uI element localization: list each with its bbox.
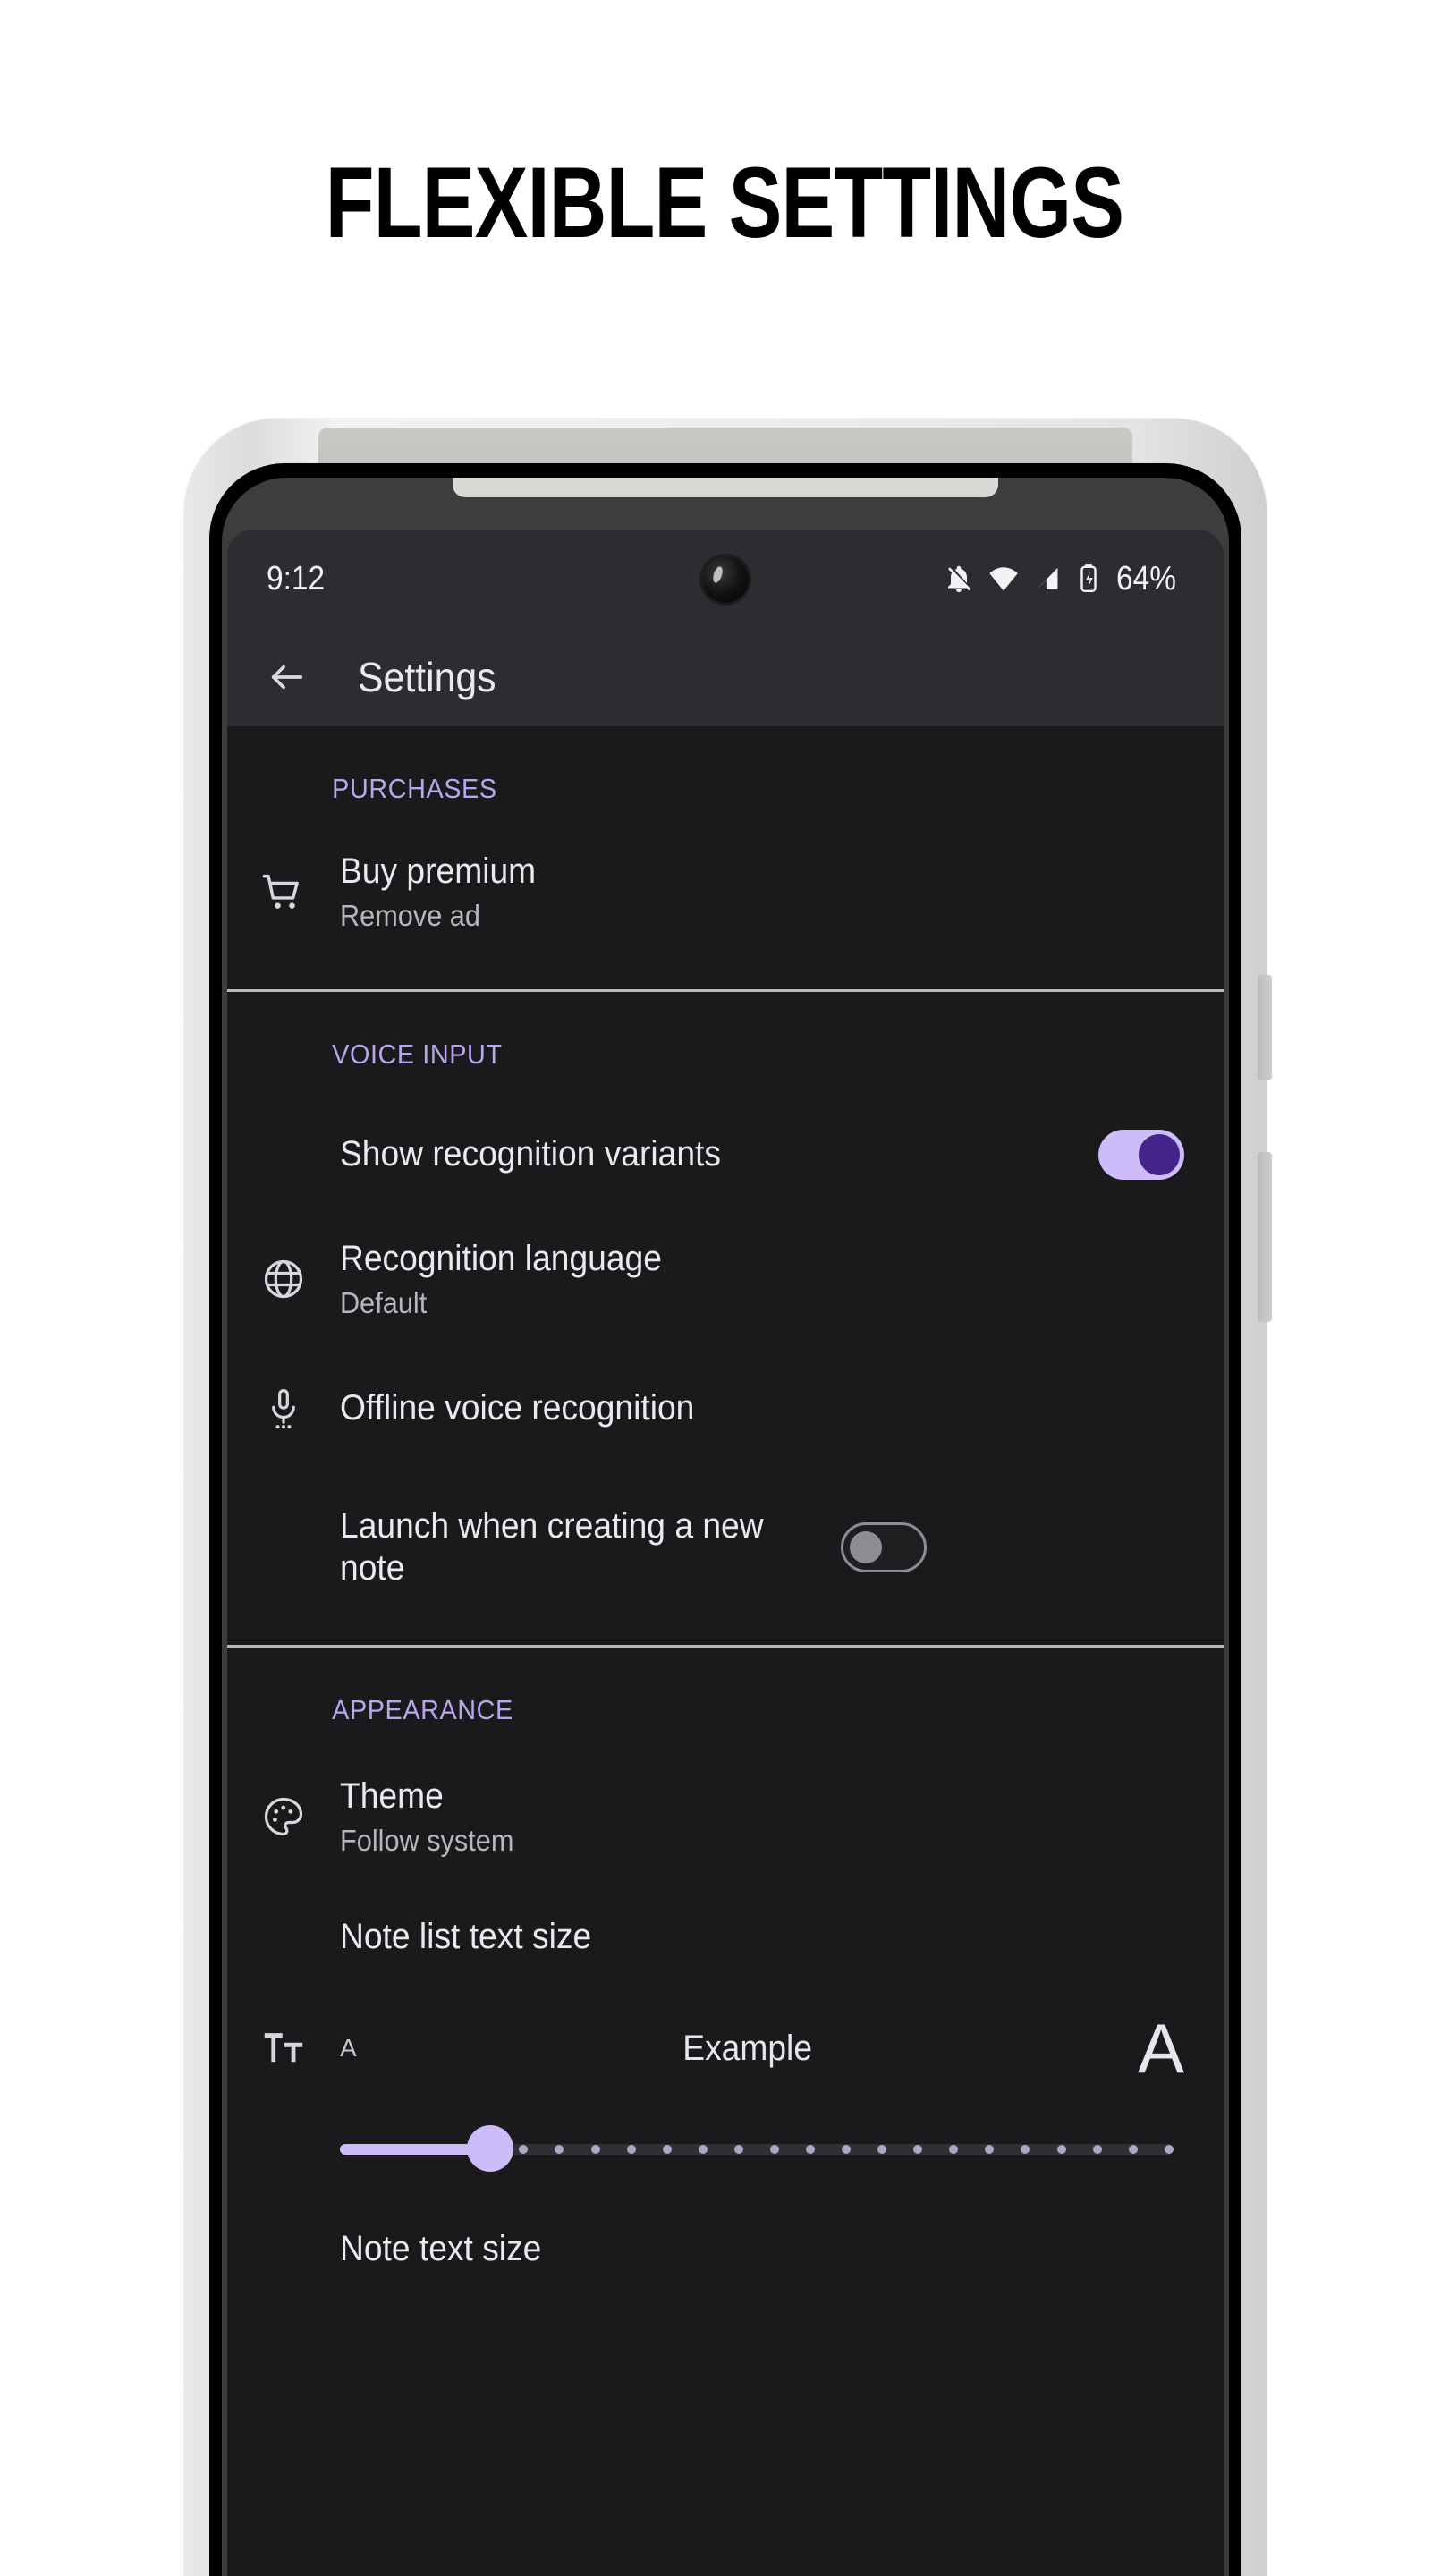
- slider-tick: [877, 2145, 887, 2154]
- setting-row-text: Theme Follow system: [340, 1775, 1184, 1859]
- setting-title: Show recognition variants: [340, 1134, 721, 1174]
- format-size-icon: [227, 2025, 340, 2072]
- app-bar-title: Settings: [358, 654, 496, 700]
- palette-icon: [227, 1793, 340, 1840]
- slider-tick: [733, 2145, 743, 2154]
- setting-title: Note list text size: [340, 1917, 592, 1957]
- section-header-purchases: PURCHASES: [332, 773, 497, 804]
- slider-tick: [626, 2145, 636, 2154]
- setting-row-text: Show recognition variants: [340, 1133, 1098, 1175]
- slider-tick: [376, 2145, 386, 2154]
- front-camera-punch-hole: [702, 556, 749, 603]
- setting-subtitle: Follow system: [340, 1823, 514, 1857]
- preview-small-label: A: [340, 2034, 357, 2062]
- shopping-cart-icon: [227, 869, 340, 915]
- slider-tick: [411, 2145, 421, 2154]
- slider-tick: [769, 2145, 779, 2154]
- setting-row-buy-premium[interactable]: Buy premium Remove ad: [227, 825, 1224, 959]
- back-arrow-icon[interactable]: [267, 657, 308, 698]
- slider-ticks: [340, 2145, 1174, 2154]
- slider-tick: [1128, 2145, 1138, 2154]
- setting-title: Note text size: [340, 2229, 542, 2269]
- status-icons: 64%: [943, 560, 1184, 598]
- setting-row-theme[interactable]: Theme Follow system: [227, 1750, 1224, 1884]
- setting-title: Theme: [340, 1775, 444, 1816]
- notifications-off-icon: [943, 563, 975, 595]
- setting-title: Recognition language: [340, 1238, 662, 1278]
- setting-subtitle: Default: [340, 1285, 428, 1319]
- slider-tick: [340, 2145, 349, 2154]
- toggle-launch-on-new-note[interactable]: [841, 1522, 927, 1572]
- app-bar: Settings: [227, 628, 1224, 726]
- text-size-preview-row: A Example A: [227, 1991, 1224, 2106]
- slider-tick: [913, 2145, 923, 2154]
- slider-tick: [662, 2145, 672, 2154]
- globe-icon: [227, 1256, 340, 1302]
- setting-title: Offline voice recognition: [340, 1388, 695, 1428]
- setting-subtitle: Remove ad: [340, 898, 480, 932]
- setting-row-text: Note list text size: [340, 1916, 1184, 1958]
- section-appearance: APPEARANCE Theme Follow system Note list…: [227, 1648, 1224, 2308]
- setting-row-text: Buy premium Remove ad: [340, 851, 1184, 934]
- section-voice-input: VOICE INPUT Show recognition variants Re…: [227, 992, 1224, 1645]
- page-root: FLEXIBLE SETTINGS 9:12 64% Settings PURC…: [0, 0, 1449, 2576]
- volume-button[interactable]: [1258, 1152, 1272, 1322]
- toggle-show-recognition-variants[interactable]: [1098, 1130, 1184, 1180]
- slider-thumb[interactable]: [466, 2125, 513, 2172]
- microphone-offline-icon: [227, 1385, 340, 1432]
- slider-tick: [1092, 2145, 1102, 2154]
- preview-large-label: A: [1137, 2009, 1184, 2088]
- setting-row-text: Recognition language Default: [340, 1238, 1184, 1321]
- setting-row-launch-on-new-note[interactable]: Launch when creating a new note: [227, 1471, 1224, 1623]
- slider-tick: [1164, 2145, 1174, 2154]
- slider-tick: [806, 2145, 816, 2154]
- slider-tick: [590, 2145, 600, 2154]
- setting-row-text: Launch when creating a new note: [340, 1505, 841, 1589]
- slider-tick: [985, 2145, 995, 2154]
- phone-screen: 9:12 64% Settings PURCHASES Buy premium …: [227, 530, 1224, 2576]
- battery-charging-icon: [1075, 563, 1102, 595]
- preview-sample-text: Example: [682, 2028, 812, 2068]
- page-title: FLEXIBLE SETTINGS: [325, 147, 1124, 258]
- setting-row-note-text-size: Note text size: [227, 2191, 1224, 2308]
- slider-tick: [447, 2145, 457, 2154]
- setting-title: Buy premium: [340, 851, 537, 891]
- battery-percent: 64%: [1115, 559, 1176, 597]
- slider-tick: [555, 2145, 564, 2154]
- setting-title: Launch when creating a new note: [340, 1505, 764, 1588]
- setting-row-show-recognition-variants[interactable]: Show recognition variants: [227, 1097, 1224, 1212]
- setting-row-offline-voice-recognition[interactable]: Offline voice recognition: [227, 1346, 1224, 1471]
- slider-tick: [842, 2145, 852, 2154]
- phone-notch: [453, 478, 998, 497]
- cell-signal-icon: [1032, 564, 1063, 594]
- slider-tick: [949, 2145, 959, 2154]
- toggle-knob: [1139, 1134, 1180, 1175]
- settings-list: PURCHASES Buy premium Remove ad VOICE IN…: [227, 726, 1224, 2576]
- phone-mockup: 9:12 64% Settings PURCHASES Buy premium …: [184, 419, 1272, 2576]
- setting-row-text: Offline voice recognition: [340, 1387, 1184, 1429]
- note-list-text-size-slider-wrap: [227, 2106, 1224, 2191]
- section-header-appearance: APPEARANCE: [332, 1694, 513, 1725]
- section-purchases: PURCHASES Buy premium Remove ad: [227, 726, 1224, 989]
- wifi-icon: [987, 563, 1020, 595]
- setting-row-text: Note text size: [340, 2228, 1184, 2270]
- slider-tick: [519, 2145, 529, 2154]
- note-list-text-size-slider[interactable]: [340, 2125, 1174, 2172]
- section-header-voice-input: VOICE INPUT: [332, 1038, 503, 1070]
- toggle-knob: [850, 1531, 882, 1563]
- slider-tick: [1056, 2145, 1066, 2154]
- slider-tick: [698, 2145, 708, 2154]
- slider-tick: [1021, 2145, 1030, 2154]
- setting-row-recognition-language[interactable]: Recognition language Default: [227, 1212, 1224, 1346]
- status-time: 9:12: [267, 559, 326, 597]
- setting-row-note-list-text-size: Note list text size: [227, 1884, 1224, 1991]
- power-button[interactable]: [1258, 975, 1272, 1080]
